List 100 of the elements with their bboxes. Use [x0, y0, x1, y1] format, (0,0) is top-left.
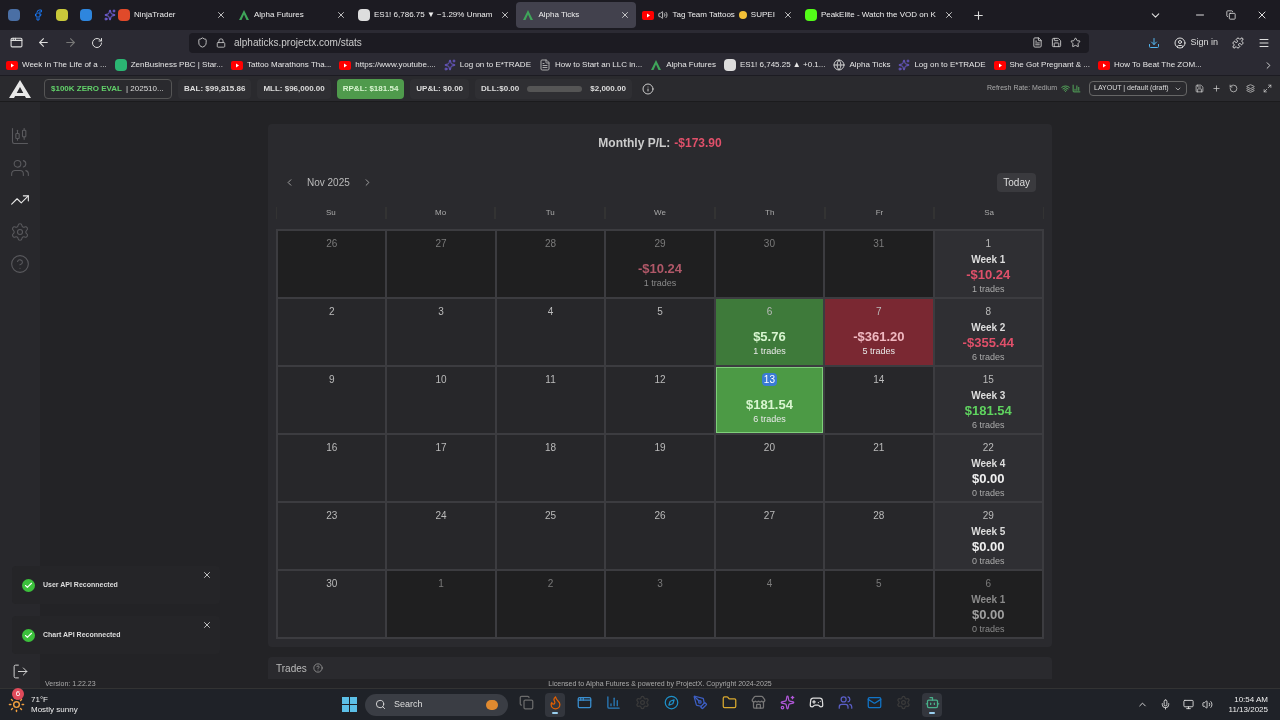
volume-icon[interactable]	[1201, 699, 1213, 710]
day-cell[interactable]: 9	[277, 366, 387, 434]
pinned-tab[interactable]	[56, 9, 68, 21]
day-cell[interactable]: 14	[824, 366, 934, 434]
close-icon[interactable]	[202, 620, 212, 630]
day-cell[interactable]: 3	[386, 298, 496, 366]
day-cell[interactable]: 21	[824, 434, 934, 502]
day-cell[interactable]: 29 -$10.24 1 trades	[605, 230, 715, 298]
day-cell[interactable]: 12	[605, 366, 715, 434]
day-cell[interactable]: 30	[714, 230, 825, 298]
day-cell[interactable]: 2	[495, 570, 606, 638]
day-cell[interactable]: 7 -$361.20 5 trades	[824, 298, 934, 366]
task-view-icon[interactable]	[518, 695, 534, 710]
flame-icon[interactable]	[547, 695, 563, 710]
day-cell[interactable]: 26	[277, 230, 387, 298]
folder-icon[interactable]	[721, 695, 737, 710]
bookmark-item[interactable]: Log on to E*TRADE	[459, 59, 531, 71]
day-cell[interactable]: 4	[495, 298, 606, 366]
microphone-icon[interactable]	[1159, 699, 1171, 710]
save-page-icon[interactable]	[1051, 37, 1062, 48]
day-cell[interactable]: 29 Week 5 $0.00 0 trades	[933, 502, 1043, 570]
speaker-icon[interactable]	[658, 10, 669, 20]
store-icon[interactable]	[750, 695, 766, 710]
new-tab-icon[interactable]	[971, 8, 985, 22]
close-icon[interactable]	[500, 10, 511, 20]
sign-in-button[interactable]: Sign in	[1190, 35, 1218, 50]
bot-icon[interactable]	[924, 695, 940, 710]
network-icon[interactable]	[1182, 699, 1194, 710]
day-cell[interactable]: 25	[495, 502, 606, 570]
sidebar-toggle-icon[interactable]	[10, 36, 23, 49]
help-icon[interactable]	[312, 663, 323, 673]
day-cell[interactable]: 1	[386, 570, 496, 638]
bookmark-item[interactable]: How to Start an LLC in...	[554, 59, 643, 71]
day-cell[interactable]: 31	[824, 230, 934, 298]
close-icon[interactable]	[336, 10, 346, 20]
bookmark-item[interactable]: Alpha Ticks	[849, 59, 891, 71]
day-cell[interactable]: 10	[386, 366, 496, 434]
game-app-icon[interactable]	[808, 695, 824, 710]
people-app-icon[interactable]	[837, 695, 853, 710]
day-cell[interactable]: 11	[495, 366, 606, 434]
logout-icon[interactable]	[11, 663, 29, 680]
close-icon[interactable]	[202, 570, 212, 580]
browser-tab[interactable]: Alpha Futures	[232, 2, 352, 28]
account-icon[interactable]	[1174, 36, 1187, 49]
close-icon[interactable]	[216, 10, 226, 20]
expand-icon[interactable]	[1263, 84, 1272, 93]
day-cell[interactable]: 3	[605, 570, 715, 638]
close-icon[interactable]	[782, 10, 793, 20]
back-icon[interactable]	[37, 36, 50, 49]
day-cell[interactable]: 27	[714, 502, 825, 570]
compass-icon[interactable]	[663, 695, 679, 710]
add-icon[interactable]	[1212, 84, 1221, 93]
today-button[interactable]: Today	[997, 172, 1036, 192]
day-cell[interactable]: 6 $5.76 1 trades	[714, 298, 825, 366]
day-cell[interactable]: 30	[277, 570, 387, 638]
day-cell[interactable]: 4	[714, 570, 825, 638]
day-cell[interactable]: 5	[605, 298, 715, 366]
day-cell[interactable]: 6 Week 1 $0.00 0 trades	[933, 570, 1043, 638]
download-icon[interactable]	[1148, 36, 1161, 49]
address-field[interactable]: alphaticks.projectx.com/stats	[189, 32, 1089, 53]
day-cell[interactable]: 1 Week 1 -$10.24 1 trades	[933, 230, 1043, 298]
lock-icon[interactable]	[216, 37, 226, 48]
shield-icon[interactable]	[197, 37, 208, 48]
forward-icon[interactable]	[64, 36, 77, 49]
browser-tab[interactable]: Tag Team Tattoos SUPEI	[636, 2, 799, 28]
day-cell[interactable]: 20	[714, 434, 825, 502]
bookmark-item[interactable]: Log on to E*TRADE	[914, 59, 986, 71]
day-cell[interactable]: 5	[824, 570, 934, 638]
windows-logo-icon[interactable]	[342, 697, 357, 712]
window-icon[interactable]	[576, 695, 592, 710]
day-cell[interactable]: 24	[386, 502, 496, 570]
browser-tab[interactable]: NinjaTrader	[112, 2, 232, 28]
close-icon[interactable]	[620, 10, 631, 20]
chart-app-icon[interactable]	[605, 695, 621, 710]
day-cell[interactable]: 2	[277, 298, 387, 366]
search-icon[interactable]	[375, 699, 386, 710]
restore-icon[interactable]	[1226, 10, 1236, 20]
taskbar-search-field[interactable]: Search	[365, 693, 508, 716]
day-cell[interactable]: 16	[277, 434, 387, 502]
save-icon[interactable]	[1195, 84, 1204, 93]
taskbar-app[interactable]	[922, 692, 942, 717]
bookmark-item[interactable]: ZenBusiness PBC | Star...	[130, 59, 223, 71]
bookmark-item[interactable]: https://www.youtube....	[355, 59, 436, 71]
extensions-icon[interactable]	[1232, 36, 1244, 49]
mail-icon[interactable]	[866, 695, 882, 710]
browser-tab[interactable]: ES1! 6,786.75 ▼ −1.29% Unnam	[352, 2, 517, 28]
menu-icon[interactable]	[1258, 36, 1270, 49]
day-cell[interactable]: 26	[605, 502, 715, 570]
day-cell[interactable]: 19	[605, 434, 715, 502]
day-cell[interactable]: 28	[495, 230, 606, 298]
day-cell[interactable]: 13 $181.54 6 trades	[714, 366, 825, 434]
day-cell[interactable]: 23	[277, 502, 387, 570]
reader-icon[interactable]	[1032, 37, 1043, 48]
bookmark-item[interactable]: How To Beat The ZOM...	[1114, 59, 1202, 71]
day-cell[interactable]: 8 Week 2 -$355.44 6 trades	[933, 298, 1043, 366]
pen-app-icon[interactable]	[692, 695, 708, 710]
pinned-tab[interactable]	[80, 9, 92, 21]
day-cell[interactable]: 18	[495, 434, 606, 502]
day-cell[interactable]: 28	[824, 502, 934, 570]
day-cell[interactable]: 15 Week 3 $181.54 6 trades	[933, 366, 1043, 434]
